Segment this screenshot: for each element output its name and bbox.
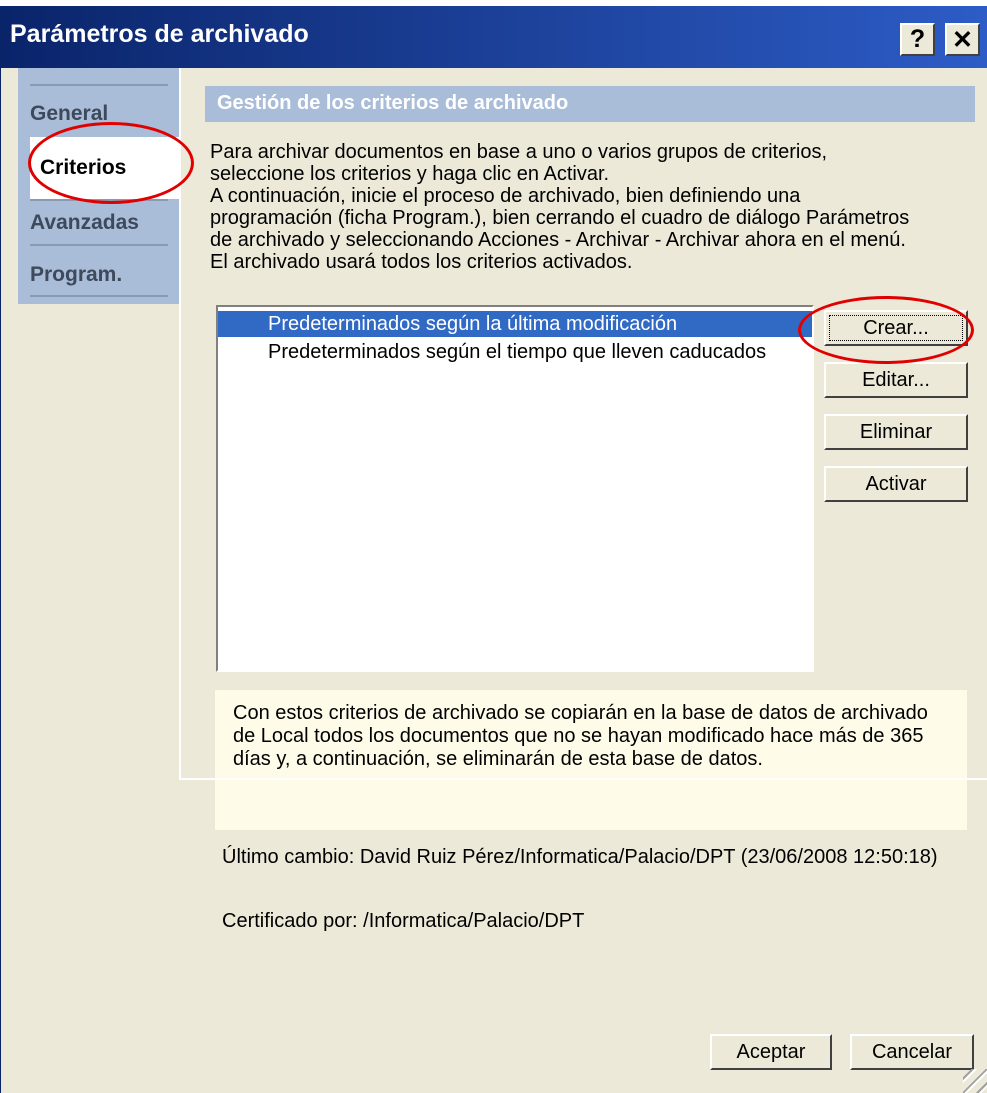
info-text: Con estos criterios de archivado se copi… — [233, 702, 928, 770]
list-item[interactable]: Predeterminados según el tiempo que llev… — [218, 339, 812, 365]
description-line: de archivado y seleccionando Acciones - … — [210, 229, 906, 251]
description-line: El archivado usará todos los criterios a… — [210, 251, 633, 273]
description-line: seleccione los criterios y haga clic en … — [210, 163, 610, 185]
resize-grip[interactable] — [963, 1069, 987, 1093]
title-bar[interactable]: Parámetros de archivado ? ✕ — [0, 6, 987, 68]
activate-button[interactable]: Activar — [824, 466, 968, 502]
help-button[interactable]: ? — [900, 23, 935, 56]
delete-button[interactable]: Eliminar — [824, 414, 968, 450]
panel-title: Gestión de los criterios de archivado — [217, 92, 569, 114]
close-button[interactable]: ✕ — [945, 23, 980, 56]
info-box: Con estos criterios de archivado se copi… — [215, 690, 967, 830]
annotation-circle — [798, 296, 974, 364]
tab-divider — [30, 295, 168, 297]
ok-button[interactable]: Aceptar — [710, 1034, 832, 1070]
cancel-button[interactable]: Cancelar — [850, 1034, 974, 1070]
description-line: programación (ficha Program.), bien cerr… — [210, 207, 910, 229]
description-line: Para archivar documentos en base a uno o… — [210, 141, 828, 163]
edit-button[interactable]: Editar... — [824, 362, 968, 398]
tab-divider — [30, 244, 168, 246]
list-item[interactable]: Predeterminados según la última modifica… — [218, 311, 812, 337]
content-divider — [179, 778, 987, 780]
annotation-circle — [28, 122, 194, 204]
last-change-text: Último cambio: David Ruiz Pérez/Informat… — [222, 846, 938, 868]
panel-header: Gestión de los criterios de archivado — [205, 86, 975, 122]
panel-description: Para archivar documentos en base a uno o… — [210, 141, 970, 273]
window-title: Parámetros de archivado — [10, 20, 309, 48]
criteria-listbox[interactable]: Predeterminados según la última modifica… — [216, 305, 814, 672]
description-line: A continuación, inicie el proceso de arc… — [210, 185, 801, 207]
tab-avanzadas[interactable]: Avanzadas — [30, 211, 139, 235]
tab-divider — [30, 84, 168, 86]
tab-program[interactable]: Program. — [30, 263, 122, 287]
certified-by-text: Certificado por: /Informatica/Palacio/DP… — [222, 910, 585, 932]
